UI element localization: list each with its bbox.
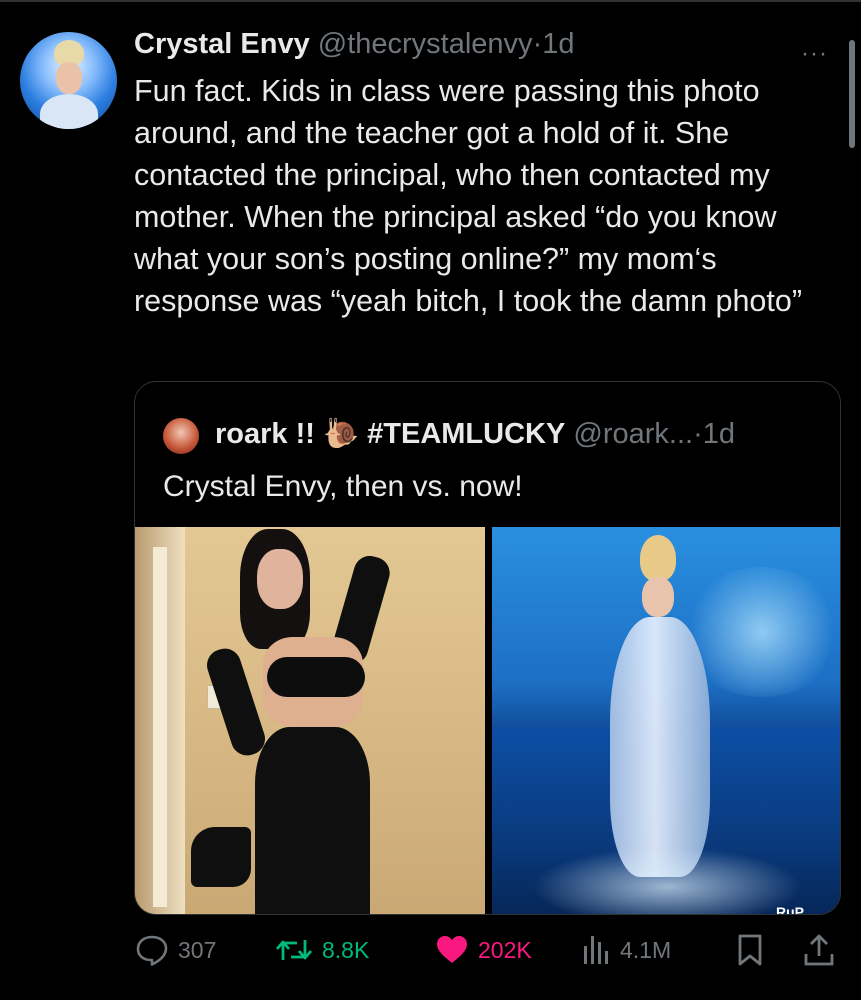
retweet-count: 8.8K — [322, 936, 370, 963]
photo-figure-dress — [610, 617, 710, 877]
avatar-body — [40, 94, 98, 129]
share-button[interactable] — [802, 930, 836, 970]
like-count: 202K — [478, 936, 532, 963]
quote-photo-now[interactable]: RuP — [492, 527, 840, 915]
heart-icon — [434, 932, 470, 968]
tweet-header: Crystal Envy @thecrystalenvy·1d — [134, 28, 575, 61]
reply-button[interactable]: 307 — [134, 930, 216, 970]
photo-figure-top — [267, 657, 365, 697]
author-avatar[interactable] — [20, 32, 117, 129]
photo-figure-skirt — [255, 727, 370, 914]
more-options-icon[interactable]: ··· — [801, 40, 828, 68]
tweet-time[interactable]: 1d — [542, 28, 574, 60]
share-upload-icon — [802, 932, 836, 968]
views-button[interactable]: 4.1M — [580, 930, 671, 970]
quote-photo-then[interactable] — [135, 527, 485, 914]
photo-figure-boot — [191, 827, 251, 887]
photo-figure-face — [257, 549, 303, 609]
bookmark-button[interactable] — [734, 930, 766, 970]
author-handle[interactable]: @thecrystalenvy — [318, 28, 533, 60]
quote-time[interactable]: 1d — [703, 418, 735, 450]
speech-bubble-icon — [134, 932, 170, 968]
top-divider — [0, 0, 861, 2]
bar-chart-icon — [580, 932, 612, 968]
tweet-action-bar: 307 8.8K 202K 4.1M — [134, 930, 844, 970]
photo-figure-face — [642, 577, 674, 617]
views-count: 4.1M — [620, 936, 672, 963]
reply-count: 307 — [178, 936, 217, 963]
like-button[interactable]: 202K — [434, 930, 532, 970]
photo-door-edge — [153, 547, 167, 907]
quote-author-handle[interactable]: @roark... — [573, 418, 693, 450]
tweet-text: Fun fact. Kids in class were passing thi… — [134, 74, 802, 318]
retweet-arrows-icon — [274, 932, 314, 968]
quote-author-avatar[interactable] — [163, 418, 199, 454]
retweet-button[interactable]: 8.8K — [274, 930, 369, 970]
quote-header-separator: · — [693, 418, 703, 450]
photo-watermark-logo: RuP — [776, 904, 804, 915]
quote-header: roark !! 🐌 #TEAMLUCKY @roark...·1d — [215, 417, 735, 451]
bookmark-icon — [734, 932, 766, 968]
author-name[interactable]: Crystal Envy — [134, 28, 310, 60]
quote-text: Crystal Envy, then vs. now! — [163, 470, 523, 503]
avatar-face — [56, 62, 82, 94]
photo-figure-hair — [640, 535, 676, 581]
quoted-tweet[interactable]: roark !! 🐌 #TEAMLUCKY @roark...·1d Cryst… — [134, 381, 841, 915]
scrollbar[interactable] — [849, 40, 855, 148]
quote-author-name[interactable]: roark !! 🐌 #TEAMLUCKY — [215, 418, 565, 450]
header-separator: · — [532, 28, 543, 60]
